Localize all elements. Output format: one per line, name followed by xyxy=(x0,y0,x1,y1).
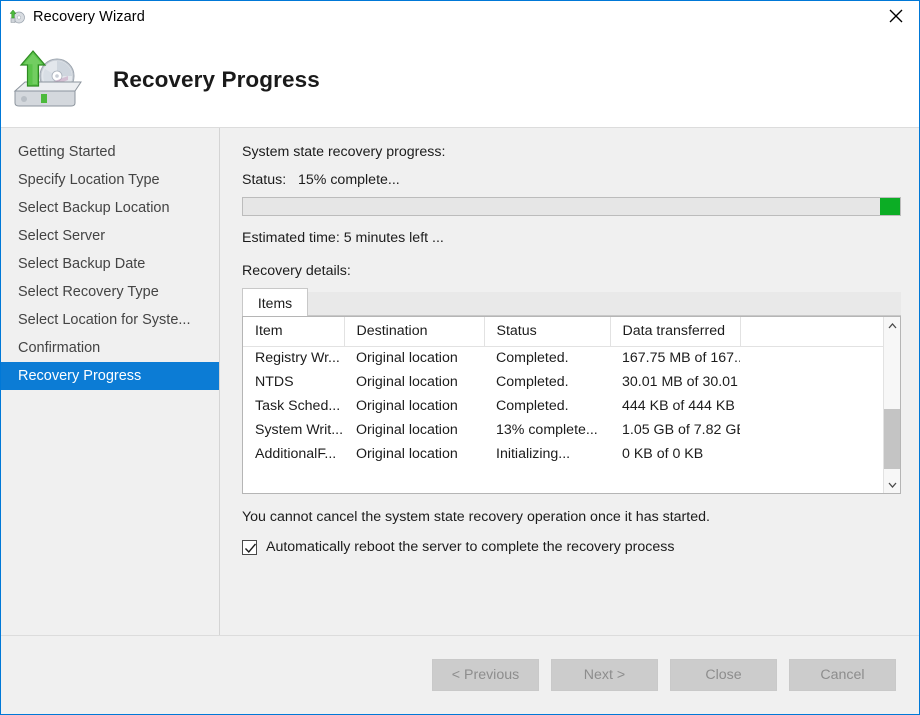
table-cell: Registry Wr... xyxy=(255,350,340,367)
recovery-progress-bar xyxy=(242,197,901,216)
progress-label: System state recovery progress: xyxy=(242,144,446,160)
auto-reboot-checkbox[interactable] xyxy=(242,539,257,555)
column-header-blank[interactable] xyxy=(740,317,883,347)
title-bar: Recovery Wizard xyxy=(1,1,919,32)
column-header-status[interactable]: Status xyxy=(484,317,611,347)
scrollbar-thumb[interactable] xyxy=(884,409,900,469)
sidebar-item-recovery-progress[interactable]: Recovery Progress xyxy=(1,362,219,390)
previous-button: < Previous xyxy=(432,659,539,691)
table-cell: Original location xyxy=(356,398,458,414)
table-cell: Original location xyxy=(356,446,458,462)
table-wrapper: Item Destination Status Data transferred… xyxy=(243,317,900,493)
table-scrollbar[interactable] xyxy=(883,317,900,493)
table-row[interactable]: Task Sched... Original location Completed.… xyxy=(243,394,883,418)
progress-bar-chunk xyxy=(880,198,900,215)
table-cell xyxy=(740,442,883,466)
table-row[interactable]: AdditionalF... Original location Initializ… xyxy=(243,442,883,466)
table-cell: Completed. xyxy=(496,350,569,367)
table-row[interactable]: NTDS Original location Completed. 30.01 MB … xyxy=(243,370,883,394)
auto-reboot-checkbox-row[interactable]: Automatically reboot the server to compl… xyxy=(242,539,901,555)
sidebar-item-specify-location-type[interactable]: Specify Location Type xyxy=(1,166,219,194)
table-cell: 13% complete... xyxy=(496,422,598,438)
table-cell: 444 KB of 444 KB xyxy=(622,398,735,414)
cannot-cancel-note: You cannot cancel the system state recov… xyxy=(242,509,710,525)
column-header-destination[interactable]: Destination xyxy=(344,317,485,347)
header-banner: Recovery Progress xyxy=(1,32,919,128)
table-cell: Task Sched... xyxy=(255,398,341,414)
window-title: Recovery Wizard xyxy=(33,8,145,25)
table-cell xyxy=(740,346,883,370)
table-cell xyxy=(740,394,883,418)
table-cell: Completed. xyxy=(496,398,569,414)
tab-strip-filler xyxy=(308,292,901,316)
table-row[interactable]: Registry Wr... Original location Completed… xyxy=(243,346,883,370)
status-label: Status: xyxy=(242,172,287,188)
table-header-row: Item Destination Status Data transferred xyxy=(243,317,883,347)
table-cell: 1.05 GB of 7.82 GB xyxy=(622,422,740,438)
status-value: 15% complete... xyxy=(298,172,400,188)
estimated-time-label: Estimated time: 5 minutes left ... xyxy=(242,230,444,246)
table-cell: 30.01 MB of 30.01 ... xyxy=(622,374,740,390)
sidebar-item-select-server[interactable]: Select Server xyxy=(1,222,219,250)
recovery-disk-icon xyxy=(8,8,26,26)
sidebar-item-select-backup-date[interactable]: Select Backup Date xyxy=(1,250,219,278)
table-area: Item Destination Status Data transferred… xyxy=(243,317,883,493)
table-cell xyxy=(740,418,883,442)
table-cell xyxy=(740,370,883,394)
page-title: Recovery Progress xyxy=(113,66,320,92)
table-cell: 167.75 MB of 167.... xyxy=(622,350,740,367)
table-cell: Original location xyxy=(356,374,458,390)
status-row: Status: 15% complete... xyxy=(242,172,901,188)
sidebar-item-select-location-for-syste[interactable]: Select Location for Syste... xyxy=(1,306,219,334)
recovery-wizard-window: Recovery Wizard Recovery Progress Gettin… xyxy=(0,0,920,715)
wizard-steps-sidebar: Getting Started Specify Location Type Sele… xyxy=(1,128,220,635)
recovery-details-label: Recovery details: xyxy=(242,263,351,279)
sidebar-item-getting-started[interactable]: Getting Started xyxy=(1,138,219,166)
close-button: Close xyxy=(670,659,777,691)
table-cell: NTDS xyxy=(255,374,294,390)
scrollbar-track[interactable] xyxy=(884,334,900,476)
main-content: System state recovery progress: Status: … xyxy=(220,128,919,635)
column-header-item[interactable]: Item xyxy=(243,317,345,347)
table-cell: Original location xyxy=(356,422,458,438)
sidebar-item-select-backup-location[interactable]: Select Backup Location xyxy=(1,194,219,222)
cancel-button: Cancel xyxy=(789,659,896,691)
recovery-items-table: Item Destination Status Data transferred… xyxy=(243,317,883,466)
checkmark-icon xyxy=(244,543,257,553)
close-icon[interactable] xyxy=(873,1,919,31)
table-row[interactable]: System Writ... Original location 13% compl… xyxy=(243,418,883,442)
sidebar-item-select-recovery-type[interactable]: Select Recovery Type xyxy=(1,278,219,306)
tab-strip: Items xyxy=(242,288,901,316)
table-cell: System Writ... xyxy=(255,422,344,438)
window-body: Getting Started Specify Location Type Sele… xyxy=(1,128,919,635)
chevron-up-icon[interactable] xyxy=(884,317,900,334)
table-body: Registry Wr... Original location Completed… xyxy=(243,346,883,466)
recovery-details-panel: Item Destination Status Data transferred… xyxy=(242,316,901,494)
table-cell: Completed. xyxy=(496,374,569,390)
auto-reboot-label: Automatically reboot the server to compl… xyxy=(266,539,675,555)
column-header-data-transferred[interactable]: Data transferred xyxy=(610,317,741,347)
table-cell: Initializing... xyxy=(496,446,571,462)
wizard-footer: < Previous Next > Close Cancel xyxy=(1,635,919,714)
chevron-down-icon[interactable] xyxy=(884,476,900,493)
table-cell: AdditionalF... xyxy=(255,446,337,462)
table-cell: 0 KB of 0 KB xyxy=(622,446,704,462)
table-cell: Original location xyxy=(356,350,458,367)
tab-items[interactable]: Items xyxy=(242,288,308,316)
recovery-drive-icon xyxy=(11,49,83,111)
sidebar-item-confirmation[interactable]: Confirmation xyxy=(1,334,219,362)
next-button: Next > xyxy=(551,659,658,691)
